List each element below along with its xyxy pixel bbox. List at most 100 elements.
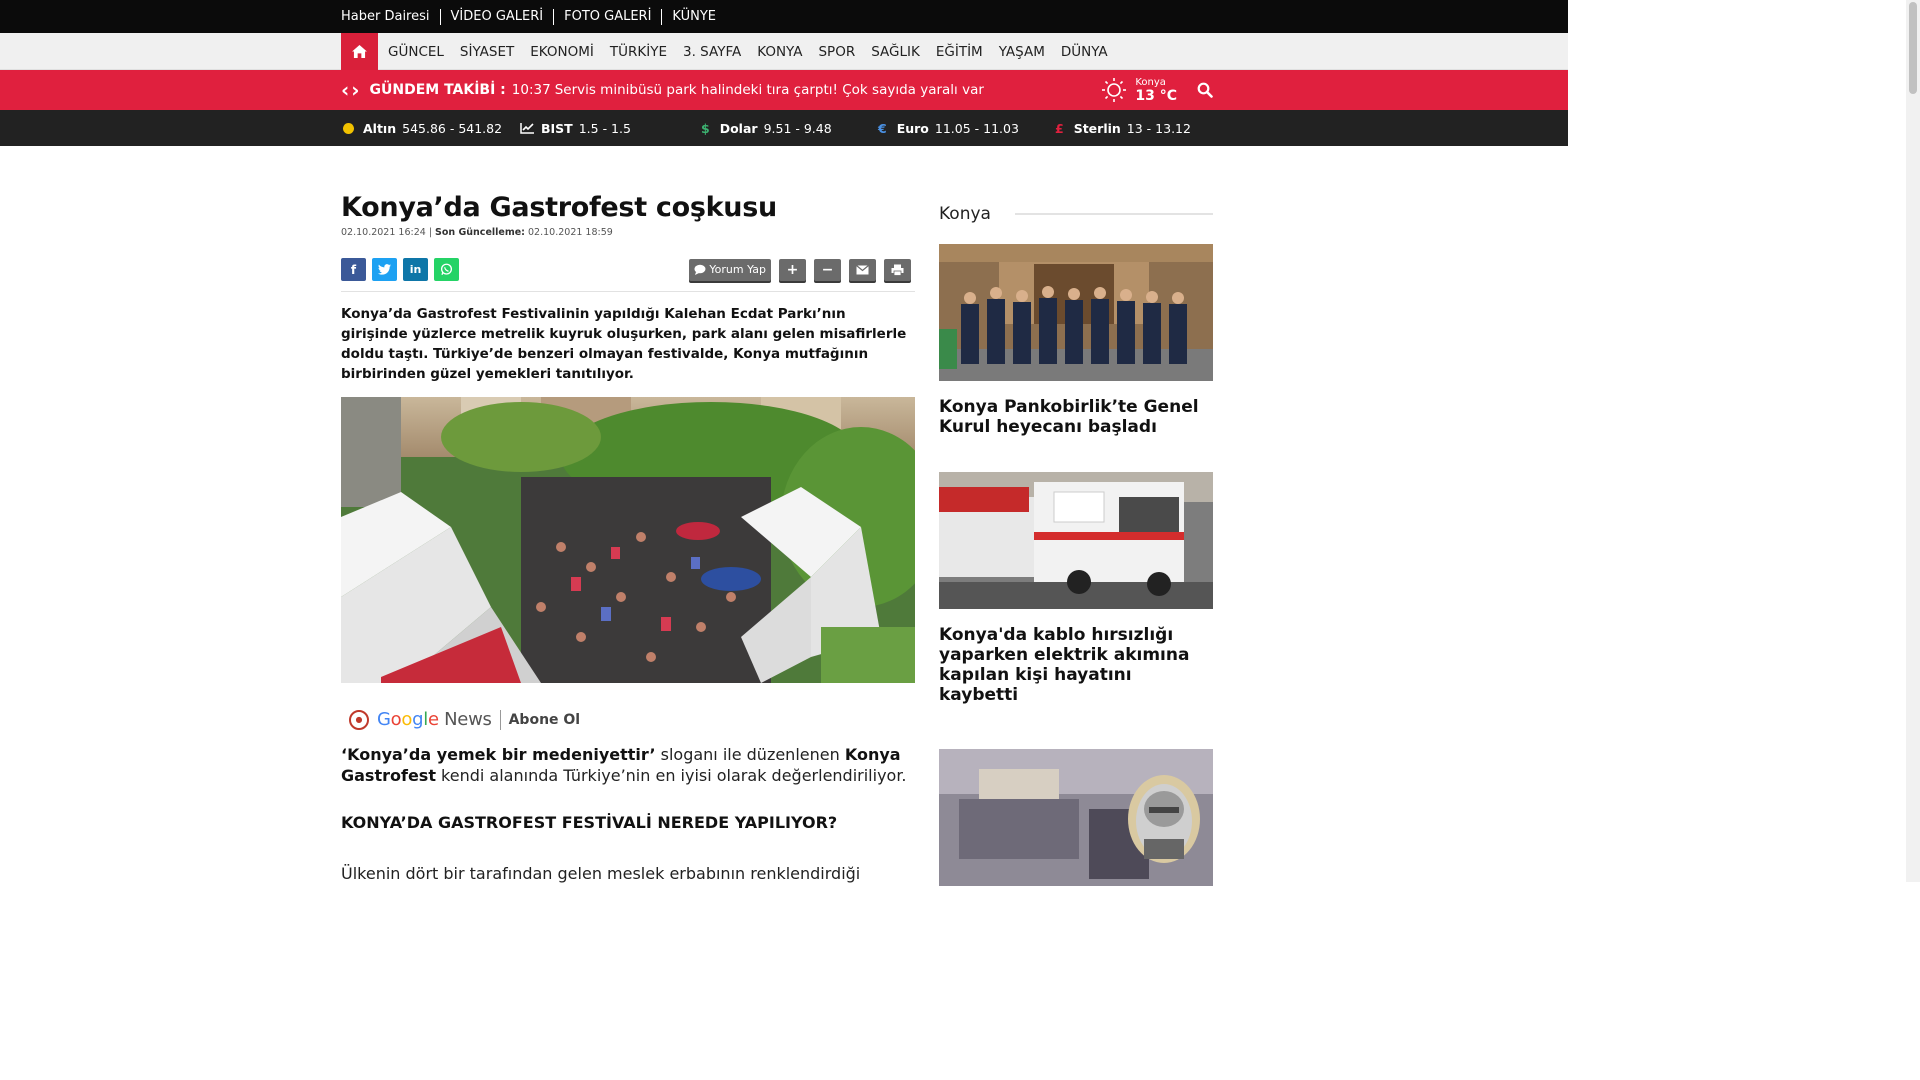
google-news-subscribe[interactable]: ● Google News Abone Ol [349, 709, 915, 730]
home-button[interactable] [341, 33, 378, 70]
market-value: 1.5 - 1.5 [578, 120, 631, 136]
euro-icon: € [878, 120, 887, 136]
market-name: Sterlin [1073, 120, 1121, 136]
weather-text: Konya 13 °C [1135, 77, 1177, 104]
market-sterlin: £ Sterlin 13 - 13.12 [1055, 121, 1191, 136]
ticker-headline[interactable]: Servis minibüsü park halindeki tıra çarp… [555, 82, 984, 98]
nav-konya[interactable]: KONYA [749, 44, 810, 60]
home-icon [352, 45, 367, 58]
market-value: 9.51 - 9.48 [763, 120, 832, 136]
weather-temp: 13 °C [1135, 87, 1177, 104]
whatsapp-icon [440, 263, 453, 275]
sidebar-news-card[interactable]: Konya'da kablo hırsızlığı yaparken elekt… [939, 472, 1213, 705]
article-subheading: KONYA’DA GASTROFEST FESTİVALİ NEREDE YAP… [341, 813, 838, 832]
group-photo [939, 244, 1213, 381]
market-value: 11.05 - 11.03 [934, 120, 1019, 136]
main-nav: GÜNCEL SİYASET EKONOMİ TÜRKİYE 3. SAYFA … [0, 33, 1568, 70]
text: kendi alanında Türkiye’nin en iyisi olar… [435, 766, 907, 785]
sidebar-category-header: Konya [939, 203, 1213, 225]
share-buttons: f in [341, 258, 459, 281]
font-decrease-button[interactable]: − [814, 258, 841, 281]
nav-siyaset[interactable]: SİYASET [452, 44, 522, 60]
news-image[interactable] [939, 749, 1213, 886]
chevron-left-icon[interactable]: ‹ [341, 78, 349, 102]
comment-label: Yorum Yap [709, 263, 766, 276]
page-scrollbar[interactable] [1906, 0, 1920, 882]
main-content: Konya’da Gastrofest coşkusu 02.10.2021 1… [341, 190, 1568, 902]
linkedin-icon: in [409, 263, 422, 276]
subscribe-label: Abone Ol [508, 711, 581, 728]
font-increase-button[interactable]: + [779, 258, 806, 281]
link-video-galeri[interactable]: VİDEO GALERİ [439, 8, 554, 25]
chevron-right-icon[interactable]: › [351, 78, 359, 102]
nav-dunya[interactable]: DÜNYA [1053, 44, 1116, 60]
market-euro: € Euro 11.05 - 11.03 [878, 121, 1019, 136]
nav-guncel[interactable]: GÜNCEL [380, 44, 452, 60]
nav-saglik[interactable]: SAĞLIK [863, 44, 928, 60]
dollar-icon: $ [701, 120, 710, 136]
market-value: 13 - 13.12 [1126, 120, 1191, 136]
article-spot: Konya’da Gastrofest Festivalinin yapıldı… [341, 306, 907, 382]
site-logo-icon: ● [349, 709, 369, 730]
weather-city: Konya [1135, 76, 1166, 88]
sun-icon [1102, 78, 1127, 102]
linkedin-share-button[interactable]: in [403, 258, 428, 281]
market-bar: Altın 545.86 - 541.82 BIST 1.5 - 1.5 $ D… [0, 110, 1568, 146]
article-meta: 02.10.2021 16:24 | Son Güncelleme: 02.10… [341, 227, 613, 238]
article-paragraph: ‘Konya’da yemek bir medeniyettir’ slogan… [341, 744, 915, 786]
sidebar-news-card[interactable] [939, 749, 1213, 886]
print-icon [891, 264, 904, 276]
updated-date: 02.10.2021 18:59 [528, 227, 613, 238]
festival-photo [341, 397, 915, 683]
comment-button[interactable]: Yorum Yap [689, 258, 771, 281]
publish-date: 02.10.2021 16:24 [341, 227, 426, 238]
nav-turkiye[interactable]: TÜRKİYE [602, 44, 675, 60]
nav-3-sayfa[interactable]: 3. SAYFA [675, 44, 749, 60]
ticker-label: GÜNDEM TAKİBİ : [369, 82, 506, 98]
article-tools: Yorum Yap + − [689, 258, 911, 281]
nav-yasam[interactable]: YAŞAM [991, 44, 1053, 60]
slogan: ‘Konya’da yemek bir medeniyettir’ [341, 745, 656, 764]
sidebar-news-card[interactable]: Konya Pankobirlik’te Genel Kurul heyecan… [939, 244, 1213, 437]
whatsapp-share-button[interactable] [434, 258, 459, 281]
envelope-icon [856, 264, 869, 274]
news-title[interactable]: Konya'da kablo hırsızlığı yaparken elekt… [939, 625, 1213, 705]
market-name: Dolar [719, 120, 758, 136]
nav-egitim[interactable]: EĞİTİM [928, 44, 991, 60]
market-value: 545.86 - 541.82 [402, 120, 503, 136]
divider [499, 709, 501, 730]
pound-icon: £ [1055, 120, 1064, 136]
chart-line-icon [520, 123, 534, 134]
news-title[interactable]: Konya Pankobirlik’te Genel Kurul heyecan… [939, 397, 1213, 437]
search-icon[interactable] [1197, 82, 1213, 98]
news-image[interactable] [939, 244, 1213, 381]
link-haber-dairesi[interactable]: Haber Dairesi [341, 9, 440, 25]
facebook-share-button[interactable]: f [341, 258, 366, 281]
market-gold: Altın 545.86 - 541.82 [343, 121, 502, 136]
comment-icon [694, 264, 706, 275]
sidebar: Konya Konya Pankobirlik’te Genel Kurul h… [939, 190, 1213, 902]
link-foto-galeri[interactable]: FOTO GALERİ [553, 8, 661, 25]
ticker-arrows: ‹ › [341, 78, 360, 102]
market-name: BIST [541, 120, 573, 136]
scrollbar-thumb[interactable] [1909, 2, 1917, 94]
twitter-share-button[interactable] [372, 258, 397, 281]
article: Konya’da Gastrofest coşkusu 02.10.2021 1… [341, 190, 915, 902]
article-hero-image[interactable] [341, 397, 915, 683]
market-name: Altın [363, 120, 397, 136]
text: sloganı ile düzenlenen [655, 745, 845, 764]
minus-icon: − [821, 261, 834, 278]
news-image[interactable] [939, 472, 1213, 609]
link-kunye[interactable]: KÜNYE [661, 8, 726, 25]
nav-spor[interactable]: SPOR [810, 44, 863, 60]
updated-label: Son Güncelleme: [435, 227, 525, 238]
nav-ekonomi[interactable]: EKONOMİ [522, 44, 602, 60]
facebook-icon: f [350, 262, 357, 277]
market-bist: BIST 1.5 - 1.5 [520, 121, 631, 136]
email-button[interactable] [849, 258, 876, 281]
weather-widget: Konya 13 °C [1101, 70, 1213, 110]
print-button[interactable] [884, 258, 911, 281]
ticker-time: 10:37 [511, 82, 551, 98]
article-actions: f in Yorum Yap + − [341, 258, 915, 292]
google-news-logo: Google News [377, 709, 492, 730]
